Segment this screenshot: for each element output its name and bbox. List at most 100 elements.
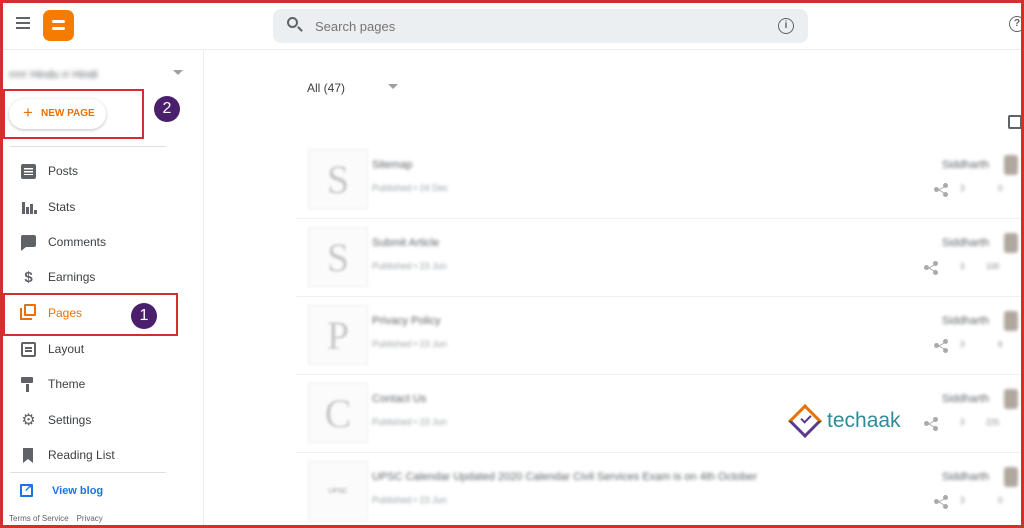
view-count: 3 [960, 262, 965, 271]
search-input[interactable] [315, 16, 735, 36]
settings-icon: ⚙ [21, 412, 36, 429]
info-icon[interactable]: i [778, 18, 794, 34]
page-thumbnail: C [308, 383, 368, 443]
sidebar-item-label: Earnings [48, 270, 96, 284]
page-thumbnail: UPSC [308, 461, 368, 521]
divider [10, 146, 166, 147]
search-bar: i [273, 9, 808, 43]
blogger-logo-icon[interactable] [43, 10, 74, 41]
view-count: 3 [960, 340, 965, 349]
share-icon[interactable] [934, 339, 948, 353]
annotation-badge-1: 1 [131, 303, 157, 329]
footer-links: Terms of Service Privacy [9, 514, 111, 523]
blog-selector[interactable]: rrrrr Hindu rr Hindi [9, 65, 189, 81]
open-external-icon [20, 481, 33, 497]
comments-icon [21, 235, 36, 251]
avatar [1004, 155, 1018, 175]
posts-icon [21, 164, 36, 179]
new-page-label: NEW PAGE [41, 108, 95, 119]
sidebar-item-label: Posts [48, 164, 79, 178]
plus-icon: + [23, 103, 33, 122]
comment-count: 100 [986, 262, 1000, 271]
sidebar-item-label: Stats [48, 200, 76, 214]
new-page-button[interactable]: + NEW PAGE [9, 99, 106, 129]
reading-list-icon [21, 448, 36, 463]
page-author: Siddharth [942, 315, 990, 327]
avatar [1004, 233, 1018, 253]
list-item[interactable]: S Submit Article Published • 23 Jun Sidd… [296, 219, 1024, 297]
page-thumbnail: S [308, 149, 368, 209]
sidebar-item-theme[interactable]: Theme [0, 366, 180, 402]
page-title[interactable]: Submit Article [372, 237, 439, 249]
watermark-text: techaak [827, 409, 901, 432]
page-author: Siddharth [942, 471, 990, 483]
share-icon[interactable] [924, 417, 938, 431]
sidebar-item-label: Settings [48, 413, 92, 427]
share-icon[interactable] [934, 495, 948, 509]
sidebar-item-stats[interactable]: Stats [0, 189, 180, 225]
page-title[interactable]: Sitemap [372, 159, 412, 171]
techaak-watermark: techaak [788, 404, 909, 439]
hamburger-menu-icon[interactable] [12, 14, 34, 36]
list-item[interactable]: C Contact Us Published • 23 Jun Siddhart… [296, 375, 1024, 453]
comment-count: 0 [998, 184, 1003, 193]
avatar [1004, 389, 1018, 409]
view-count: 3 [960, 496, 965, 505]
sidebar-item-layout[interactable]: Layout [0, 331, 180, 367]
filter-label: All (47) [307, 81, 346, 95]
page-title[interactable]: Contact Us [372, 393, 426, 405]
terms-link[interactable]: Terms of Service [9, 514, 69, 523]
avatar [1004, 467, 1018, 487]
sidebar-item-earnings[interactable]: $ Earnings [0, 259, 180, 295]
list-item[interactable]: P Privacy Policy Published • 23 Jun Sidd… [296, 297, 1024, 375]
share-icon[interactable] [924, 261, 938, 275]
help-icon[interactable]: ? [1009, 16, 1024, 32]
sidebar-item-label: Layout [48, 342, 85, 356]
chevron-down-icon [388, 84, 398, 89]
list-item[interactable]: S Sitemap Published • 24 Dec Siddharth 3… [296, 141, 1024, 219]
blog-name: rrrrr Hindu rr Hindi [9, 69, 98, 81]
sidebar-item-posts[interactable]: Posts [0, 153, 180, 189]
sidebar-item-settings[interactable]: ⚙ Settings [0, 402, 180, 438]
page-title[interactable]: Privacy Policy [372, 315, 440, 327]
search-icon[interactable] [287, 17, 303, 33]
page-author: Siddharth [942, 393, 990, 405]
comment-count: 225 [986, 418, 1000, 427]
view-blog-label: View blog [52, 485, 104, 497]
layout-icon [21, 342, 36, 357]
sidebar-item-label: Theme [48, 377, 86, 391]
privacy-link[interactable]: Privacy [77, 514, 103, 523]
comment-count: 0 [998, 496, 1003, 505]
page-title[interactable]: UPSC Calendar Updated 2020 Calendar Civi… [372, 471, 757, 483]
sidebar-item-label: Comments [48, 235, 107, 249]
annotation-badge-2: 2 [154, 96, 180, 122]
view-blog-link[interactable]: View blog [20, 481, 140, 501]
page-list: S Sitemap Published • 24 Dec Siddharth 3… [296, 141, 1024, 528]
sidebar-item-comments[interactable]: Comments [0, 224, 180, 260]
sidebar-item-label: Pages [48, 306, 83, 320]
page-thumbnail: S [308, 227, 368, 287]
earnings-icon: $ [24, 269, 33, 286]
filter-dropdown[interactable]: All (47) [307, 79, 407, 95]
divider [10, 472, 166, 473]
list-item[interactable]: UPSC UPSC Calendar Updated 2020 Calendar… [296, 453, 1024, 528]
sidebar: rrrrr Hindu rr Hindi + NEW PAGE Posts St… [0, 51, 204, 528]
page-status: Published • 24 Dec [372, 183, 449, 193]
pages-icon [20, 304, 36, 320]
share-icon[interactable] [934, 183, 948, 197]
page-author: Siddharth [942, 159, 990, 171]
page-thumbnail: P [308, 305, 368, 365]
avatar [1004, 311, 1018, 331]
page-status: Published • 23 Jun [372, 417, 447, 427]
page-status: Published • 23 Jun [372, 495, 447, 505]
stats-icon [21, 200, 37, 215]
comment-count: 6 [998, 340, 1003, 349]
chevron-down-icon [173, 70, 183, 75]
select-all-checkbox[interactable] [1008, 115, 1022, 129]
top-bar: i ? [0, 0, 1024, 50]
sidebar-item-reading-list[interactable]: Reading List [0, 437, 180, 473]
page-status: Published • 23 Jun [372, 339, 447, 349]
page-status: Published • 23 Jun [372, 261, 447, 271]
view-count: 3 [960, 418, 965, 427]
view-count: 3 [960, 184, 965, 193]
